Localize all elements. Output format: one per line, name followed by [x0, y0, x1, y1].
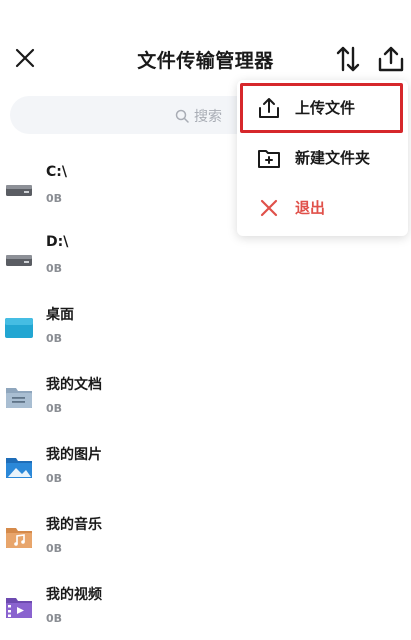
- menu-item-exit[interactable]: 退出: [237, 183, 408, 233]
- sort-arrows-icon: [336, 46, 360, 72]
- menu-item-label: 退出: [295, 199, 326, 217]
- upload-menu-button[interactable]: [376, 44, 406, 74]
- file-size: 0B: [46, 472, 63, 485]
- menu-item-new-folder[interactable]: 新建文件夹: [237, 133, 408, 183]
- drive-icon: [6, 185, 32, 196]
- file-size: 0B: [46, 262, 63, 275]
- search-placeholder: 搜索: [194, 109, 222, 125]
- file-name: 桌面: [46, 307, 74, 323]
- drive-icon: [6, 255, 32, 266]
- list-item[interactable]: 我的文档 0B: [0, 360, 411, 430]
- sort-button[interactable]: [334, 44, 362, 74]
- documents-folder-icon: [6, 388, 32, 408]
- file-name: 我的音乐: [46, 517, 102, 533]
- file-size: 0B: [46, 402, 63, 415]
- upload-icon: [378, 46, 404, 72]
- search-icon: [175, 109, 189, 123]
- file-name: D:\: [46, 234, 69, 250]
- file-size: 0B: [46, 332, 63, 345]
- upload-icon: [259, 98, 279, 118]
- videos-folder-icon: [6, 598, 32, 618]
- menu-item-label: 上传文件: [295, 99, 356, 117]
- file-size: 0B: [46, 542, 63, 555]
- file-size: 0B: [46, 612, 63, 625]
- file-name: 我的视频: [46, 587, 102, 603]
- menu-item-label: 新建文件夹: [295, 149, 371, 167]
- list-item[interactable]: 我的视频 0B: [0, 570, 411, 640]
- list-item[interactable]: 我的音乐 0B: [0, 500, 411, 570]
- file-size: 0B: [46, 192, 63, 205]
- music-folder-icon: [6, 528, 32, 548]
- file-name: 我的文档: [46, 377, 102, 393]
- list-item[interactable]: 我的图片 0B: [0, 430, 411, 500]
- list-item[interactable]: 桌面 0B: [0, 290, 411, 360]
- file-name: C:\: [46, 164, 67, 180]
- new-folder-icon: [258, 150, 280, 168]
- dropdown-menu: 上传文件 新建文件夹 退出: [237, 80, 408, 236]
- file-name: 我的图片: [46, 447, 102, 463]
- close-icon: [260, 199, 278, 217]
- pictures-folder-icon: [6, 458, 32, 478]
- menu-item-upload-file[interactable]: 上传文件: [237, 83, 408, 133]
- desktop-folder-icon: [5, 318, 33, 338]
